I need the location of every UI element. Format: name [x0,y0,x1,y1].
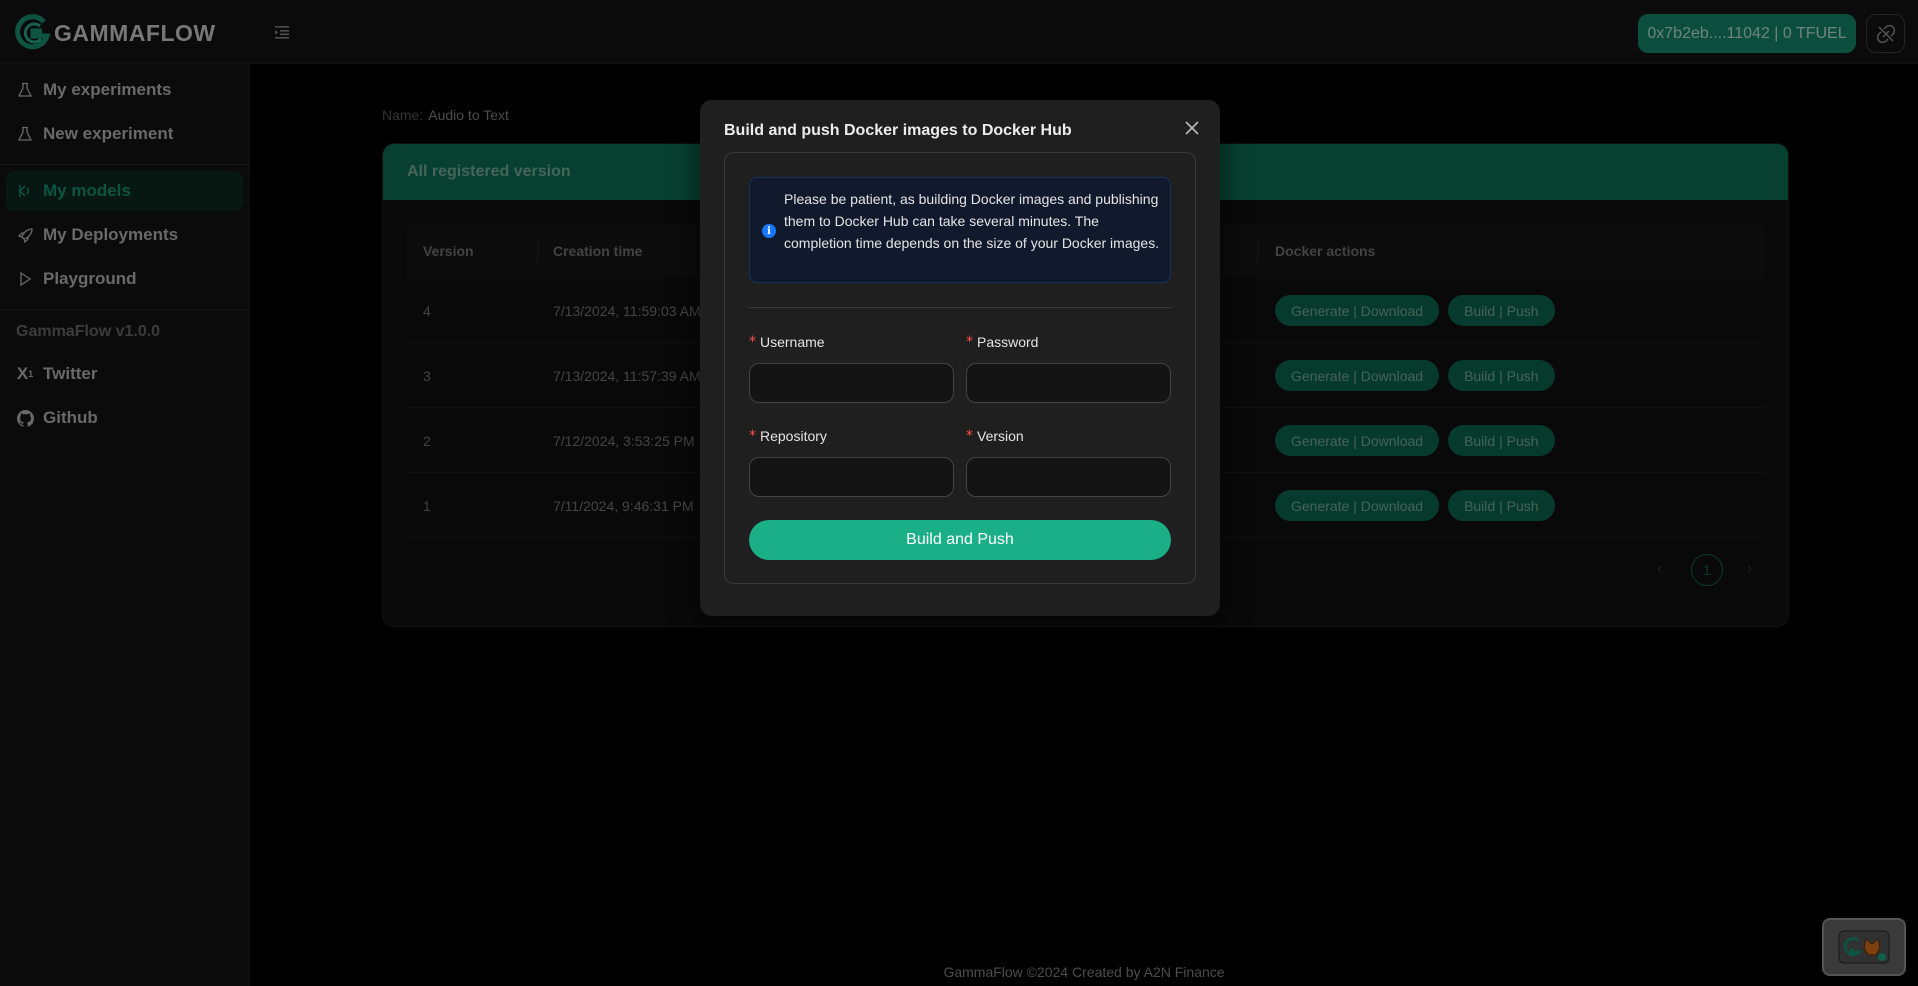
modal-form-panel: i Please be patient, as building Docker … [724,152,1196,584]
username-input[interactable] [749,363,954,403]
build-push-modal: Build and push Docker images to Docker H… [700,100,1220,616]
build-and-push-button[interactable]: Build and Push [749,520,1171,560]
repository-label-text: Repository [760,428,827,444]
modal-title: Build and push Docker images to Docker H… [724,122,1072,139]
repository-label: * Repository [749,425,954,447]
required-mark: * [966,334,973,350]
password-input[interactable] [966,363,1171,403]
required-mark: * [966,428,973,444]
version-field-group: * Version [966,425,1171,497]
version-label-text: Version [977,428,1024,444]
close-icon[interactable] [1182,118,1202,138]
repository-input[interactable] [749,457,954,497]
password-field-group: * Password [966,331,1171,403]
info-alert-text: Please be patient, as building Docker im… [784,191,1160,251]
info-alert: i Please be patient, as building Docker … [749,177,1171,283]
repository-field-group: * Repository [749,425,954,497]
password-label: * Password [966,331,1171,353]
version-input[interactable] [966,457,1171,497]
required-mark: * [749,428,756,444]
username-label: * Username [749,331,954,353]
required-mark: * [749,334,756,350]
username-label-text: Username [760,334,825,350]
username-field-group: * Username [749,331,954,403]
version-label: * Version [966,425,1171,447]
form-divider [749,307,1171,308]
password-label-text: Password [977,334,1039,350]
info-icon: i [762,224,776,238]
